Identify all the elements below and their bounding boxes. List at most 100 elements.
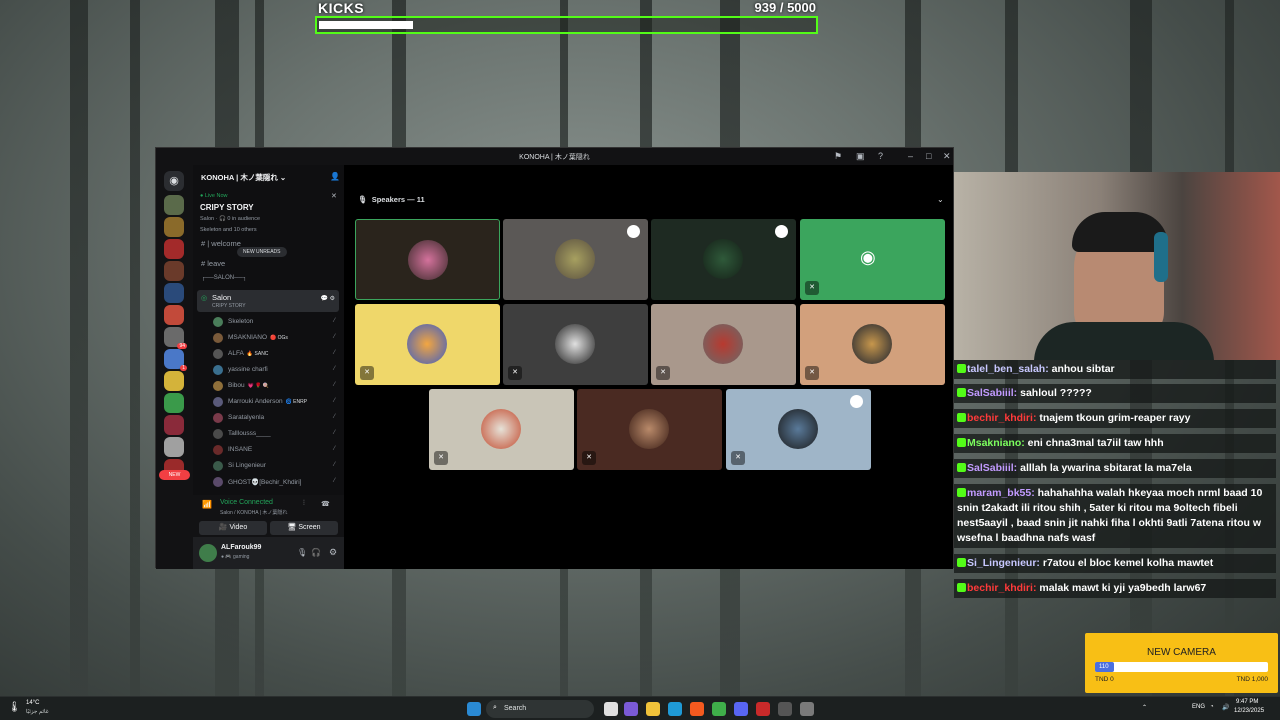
input-language[interactable]: ENG [1192,704,1205,710]
app-icon[interactable] [756,702,770,716]
voice-member[interactable]: Si Lingenieur ⁄ [213,459,339,473]
user-settings-icon[interactable]: ⚙ [329,547,337,558]
speaker-tile[interactable] [355,219,500,300]
discord-icon[interactable] [734,702,748,716]
speaker-tile[interactable]: ✕ [429,389,574,470]
stage-title[interactable]: CRIPY STORY [200,203,254,212]
server-icon[interactable] [164,283,184,303]
voice-channel-salon[interactable]: ◎ Salon CRIPY STORY 💬 ⚙ [197,290,339,312]
close-icon[interactable]: ✕ [943,151,951,162]
weather-temp[interactable]: 14°C [26,700,39,706]
chat-username[interactable]: bechir_khdiri: [967,582,1036,594]
goal-title: NEW CAMERA [1147,647,1216,658]
voice-member[interactable]: Saratalyenla ⁄ [213,411,339,425]
maximize-icon[interactable]: □ [926,151,931,161]
server-icon[interactable] [164,195,184,215]
voice-member[interactable]: Skeleton ⁄ [213,315,339,329]
voice-member[interactable]: GHOST💀[Bechir_Khdiri] ⁄ [213,475,339,489]
file-explorer-icon[interactable] [604,702,618,716]
brave-icon[interactable] [690,702,704,716]
speaker-tile[interactable]: ✕ [577,389,722,470]
video-button[interactable]: 🎥 Video [199,521,267,535]
edge-icon[interactable] [668,702,682,716]
speaker-tile[interactable]: ✕ [726,389,871,470]
server-icon[interactable] [164,261,184,281]
folder-icon[interactable] [646,702,660,716]
weather-icon[interactable]: 🌡 [8,702,21,713]
server-icon[interactable] [164,239,184,259]
voice-member[interactable]: INSANE ⁄ [213,443,339,457]
chrome-icon[interactable] [712,702,726,716]
volume-icon[interactable]: 🔊 [1222,704,1229,711]
speaker-tile[interactable] [651,219,796,300]
clock-time[interactable]: 9:47 PM [1236,699,1258,705]
popout-icon[interactable]: ▣ [856,151,865,162]
voice-connected-label[interactable]: Voice Connected [220,499,273,506]
tray-chevron-icon[interactable]: ⌃ [1142,704,1147,711]
speaker-tile[interactable] [503,219,648,300]
new-badge[interactable]: NEW [159,470,190,480]
chat-username[interactable]: SalSabiiil: [967,387,1017,399]
member-tag: 🔴 OGs [270,335,288,341]
add-member-icon[interactable]: 👤 [330,172,340,181]
server-icon[interactable]: 1 [164,349,187,371]
chat-username[interactable]: Msakniano: [967,437,1025,449]
server-icon[interactable] [164,217,184,237]
close-live-icon[interactable]: ✕ [331,192,337,200]
settings-icon[interactable]: 💬 ⚙ [320,295,335,302]
copilot-icon[interactable] [624,702,638,716]
chevron-down-icon[interactable]: ⌄ [937,195,944,204]
minimize-icon[interactable]: – [908,151,913,161]
badge-icon [957,558,966,567]
voice-member[interactable]: ALFA 🔥 SANC ⁄ [213,347,339,361]
chat-username[interactable]: SalSabiiil: [967,462,1017,474]
speaker-avatar [407,324,447,364]
settings-icon[interactable] [778,702,792,716]
voice-member[interactable]: Talllousss____ ⁄ [213,427,339,441]
discord-home-icon[interactable]: ◉ [164,171,184,191]
disconnect-icon[interactable]: ☎ [321,500,330,508]
speaker-tile[interactable]: ◉ ✕ [800,219,945,300]
wifi-icon[interactable]: ◔ [1210,704,1214,710]
voice-location[interactable]: Salon / KONOHA | 木ノ葉隠れ [220,509,287,516]
speaker-tile[interactable]: ✕ [503,304,648,385]
speaker-tile[interactable]: ✕ [800,304,945,385]
channel-welcome[interactable]: # | welcome [201,239,241,248]
voice-member[interactable]: MSAKNIANO 🔴 OGs ⁄ [213,331,339,345]
chat-username[interactable]: Si_Lingenieur: [967,557,1040,569]
microphone-icon[interactable]: 🎙 [297,548,307,557]
taskbar-search[interactable]: ⌕ Search [486,700,594,718]
chat-username[interactable]: talel_ben_salah: [967,363,1049,375]
server-icon[interactable] [164,437,184,457]
server-icon[interactable]: 94 [164,327,187,349]
voice-member[interactable]: Bibou 💗 🌹 🍭 ⁄ [213,379,339,393]
server-icon[interactable] [164,371,184,391]
voice-member[interactable]: yassine charfi ⁄ [213,363,339,377]
chat-username[interactable]: bechir_khdiri: [967,412,1036,424]
avatar [213,381,223,391]
inbox-flag-icon[interactable]: ⚑ [834,151,842,162]
speaker-tile[interactable]: ✕ [651,304,796,385]
server-name[interactable]: KONOHA | 木ノ葉隠れ ⌄ [201,172,286,183]
chat-username[interactable]: maram_bk55: [967,487,1035,499]
speaker-tile[interactable]: ✕ [355,304,500,385]
screen-button[interactable]: 🖥 Screen [270,521,338,535]
server-icon[interactable] [164,415,184,435]
chat-text: sahloul ????? [1017,387,1092,399]
obs-icon[interactable] [800,702,814,716]
server-icon[interactable] [164,305,184,325]
chat-message: Si_Lingenieur: r7atou el bloc kemel kolh… [954,554,1276,573]
new-unreads-pill[interactable]: NEW UNREADS [237,247,287,257]
headphones-icon[interactable]: 🎧 [311,548,321,557]
clock-date[interactable]: 12/23/2025 [1234,708,1264,714]
help-icon[interactable]: ? [878,151,883,161]
category-salon[interactable]: ┌──SALON──┐ [201,275,247,281]
username[interactable]: ALFarouk99 [221,544,261,551]
channel-leave[interactable]: # leave [201,259,225,268]
voice-member[interactable]: Marrouki Anderson 🌀 ENRP ⁄ [213,395,339,409]
start-icon[interactable] [467,702,481,716]
noise-suppression-icon[interactable]: ⫶ [303,500,305,508]
avatar[interactable] [199,544,217,562]
avatar [213,365,223,375]
server-icon[interactable] [164,393,184,413]
